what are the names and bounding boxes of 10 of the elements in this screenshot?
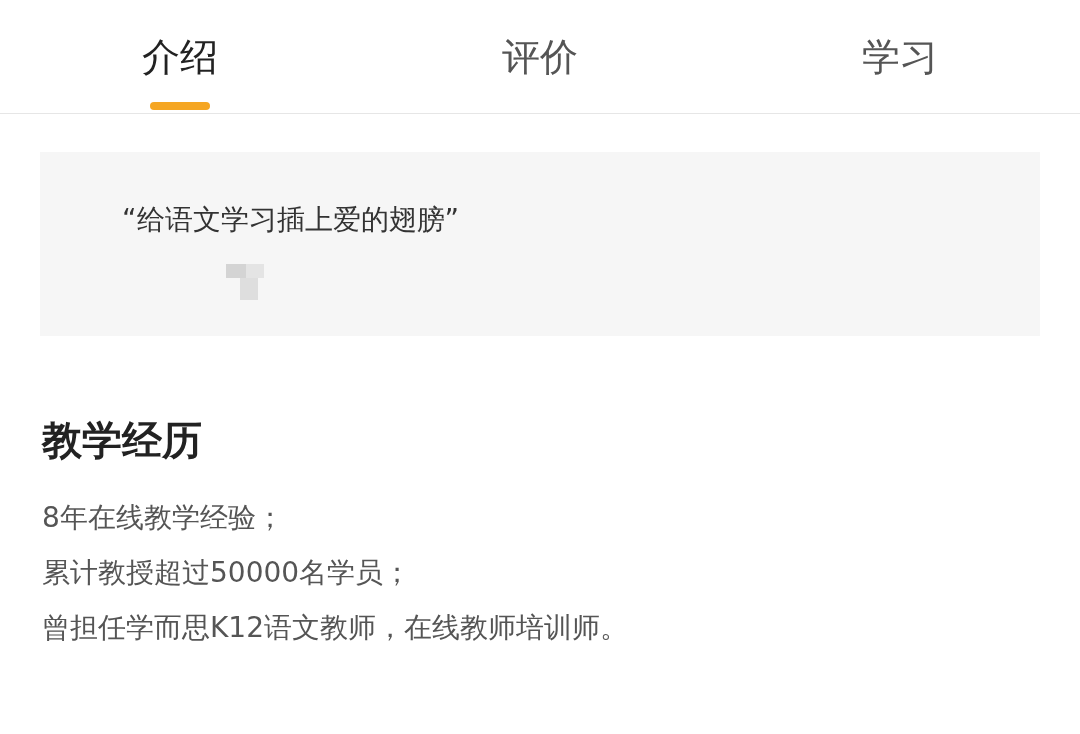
experience-line: 累计教授超过50000名学员； — [42, 555, 413, 591]
section-title: 教学经历 — [42, 416, 203, 465]
tab[interactable]: 评价 — [502, 32, 578, 82]
motto-text: “给语文学习插上爱的翅膀” — [122, 202, 460, 238]
experience-line: 曾担任学而思K12语文教师，在线教师培训师。 — [42, 610, 629, 646]
tab[interactable]: 学习 — [862, 32, 938, 82]
tab-indicator — [150, 102, 210, 110]
experience-line: 8年在线教学经验； — [42, 500, 285, 536]
tab[interactable]: 介绍 — [142, 32, 218, 82]
pixelated-mark-drawing — [226, 264, 264, 302]
